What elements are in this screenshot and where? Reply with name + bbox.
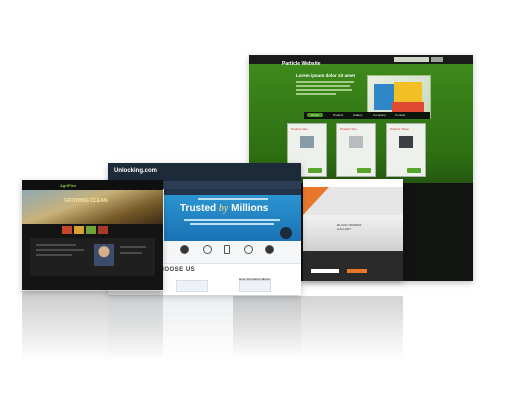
chat-icon bbox=[244, 245, 253, 254]
text-line bbox=[120, 246, 146, 248]
site-logo: AgriPlex bbox=[60, 183, 77, 188]
nav-item-product: Product bbox=[333, 113, 344, 117]
product-card: Product Three bbox=[386, 123, 426, 177]
hero-headline-end: Millions bbox=[231, 203, 269, 214]
reflection bbox=[108, 296, 301, 360]
product-image bbox=[349, 136, 363, 148]
nav-item-gallery: Gallery bbox=[353, 113, 363, 117]
footer-bar-accent bbox=[347, 269, 367, 273]
hero-headline: Lorem ipsum dolor sit amet bbox=[296, 73, 356, 78]
person-photo bbox=[94, 244, 114, 266]
text-line bbox=[36, 254, 72, 256]
hero-text-line bbox=[184, 219, 280, 221]
nav-item-home: Home bbox=[307, 113, 324, 117]
agriplex-website-preview: AgriPlex GROWING CLEAN bbox=[22, 180, 163, 290]
hero-headline-by: by bbox=[218, 203, 229, 214]
hero-text-line bbox=[296, 89, 352, 91]
hero-headline: Trusted by Millions bbox=[180, 203, 268, 214]
clock-icon bbox=[203, 245, 212, 254]
product-card-title: Product Three bbox=[390, 127, 409, 131]
text-line bbox=[36, 249, 84, 251]
hero-text-line bbox=[190, 223, 274, 225]
ribbon-icon bbox=[265, 245, 274, 254]
hero-headline: GROWING CLEAN bbox=[64, 198, 108, 204]
hero-kicker-line bbox=[198, 198, 268, 200]
product-card-title: Product Two bbox=[340, 127, 357, 131]
product-card-button bbox=[357, 168, 371, 173]
hero-text-line bbox=[296, 81, 354, 83]
header-bar bbox=[22, 180, 163, 190]
gallery-headline: BLACK ORANGE GALLERY bbox=[337, 223, 362, 231]
search-button bbox=[431, 57, 443, 62]
thumbnail bbox=[74, 226, 84, 234]
info-box bbox=[176, 280, 208, 292]
hero-text-line bbox=[296, 93, 336, 95]
reflection bbox=[22, 291, 163, 361]
hero-headline-main: Trusted bbox=[180, 203, 217, 214]
nav-item-company: Company bbox=[373, 113, 386, 117]
footer-bar bbox=[311, 269, 339, 273]
hero-text-line bbox=[296, 85, 350, 87]
thumbnail bbox=[86, 226, 96, 234]
site-logo: Particle Website bbox=[282, 61, 321, 67]
thumbnail bbox=[62, 226, 72, 234]
product-card-button bbox=[308, 168, 322, 173]
hero-image bbox=[22, 190, 163, 224]
search-input bbox=[394, 57, 429, 62]
text-line bbox=[120, 252, 142, 254]
product-card: Product Two bbox=[336, 123, 376, 177]
site-logo: Unlocking.com bbox=[114, 168, 158, 174]
product-image bbox=[300, 136, 314, 148]
gallery-website-preview: BLACK ORANGE GALLERY bbox=[303, 179, 403, 281]
gallery-nav bbox=[303, 179, 403, 187]
text-line bbox=[36, 244, 76, 246]
share-icon bbox=[180, 245, 189, 254]
orange-corner-shape bbox=[303, 187, 329, 215]
phone-icon bbox=[224, 245, 230, 254]
product-image bbox=[399, 136, 413, 148]
info-box bbox=[239, 280, 271, 292]
gallery-footer bbox=[303, 251, 403, 281]
badge-icon bbox=[280, 227, 292, 239]
reflection bbox=[233, 296, 403, 360]
thumbnail bbox=[98, 226, 108, 234]
product-shape bbox=[394, 82, 422, 102]
nav-item-contact: Contact bbox=[395, 113, 406, 117]
product-card-button bbox=[407, 168, 421, 173]
product-shape bbox=[392, 102, 424, 112]
product-shape bbox=[374, 84, 394, 110]
product-card-title: Product One bbox=[291, 127, 308, 131]
gallery-banner bbox=[303, 215, 403, 251]
